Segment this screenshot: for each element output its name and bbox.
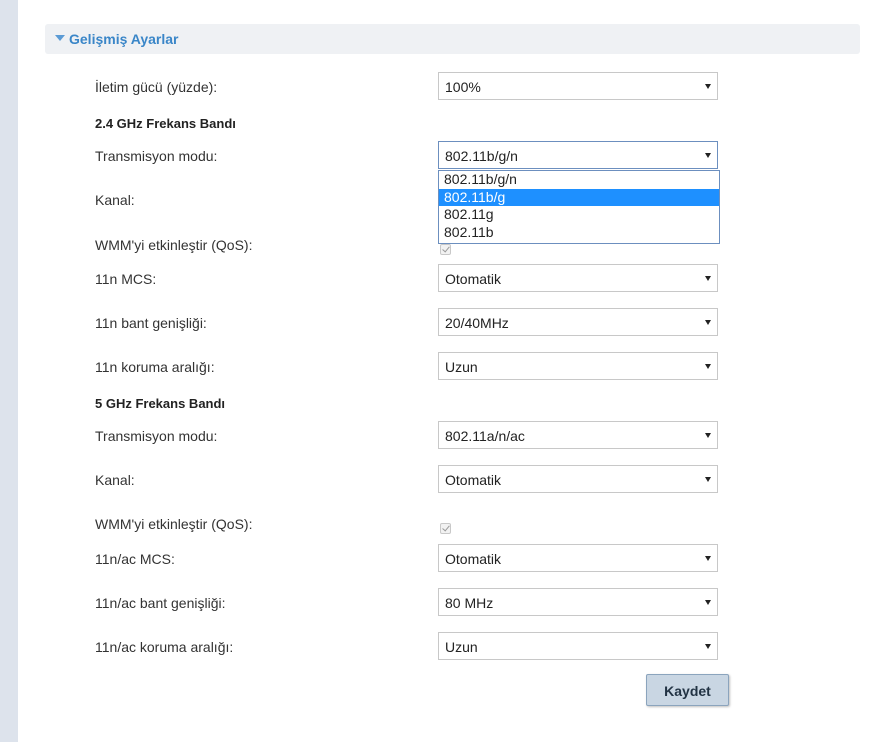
tx-power-select[interactable]: 100% [438, 72, 718, 100]
left-rail [0, 0, 18, 742]
band5-gi-label: 11n/ac koruma aralığı: [95, 639, 234, 655]
band5-mcs-value: Otomatik [445, 551, 502, 567]
band5-wmm-label: WMM'yi etkinleştir (QoS): [95, 516, 253, 532]
band5-channel-label: Kanal: [95, 472, 135, 488]
tx-power-label: İletim gücü (yüzde): [95, 79, 218, 95]
section-header-advanced-settings[interactable]: Gelişmiş Ayarlar [45, 24, 860, 54]
band-5-title: 5 GHz Frekans Bandı [95, 396, 226, 411]
dropdown-option[interactable]: 802.11b/g/n [439, 171, 719, 189]
band24-bw-label: 11n bant genişliği: [95, 315, 207, 331]
chevron-down-icon [705, 364, 711, 369]
chevron-down-icon [705, 644, 711, 649]
band24-mode-value: 802.11b/g/n [445, 148, 518, 164]
section-title: Gelişmiş Ayarlar [69, 31, 179, 47]
band24-bw-select[interactable]: 20/40MHz [438, 308, 718, 336]
band5-bw-label: 11n/ac bant genişliği: [95, 595, 226, 611]
band5-bw-value: 80 MHz [445, 595, 494, 611]
band5-mcs-label: 11n/ac MCS: [95, 551, 175, 567]
band5-mcs-select[interactable]: Otomatik [438, 544, 718, 572]
band5-channel-select[interactable]: Otomatik [438, 465, 718, 493]
band5-mode-value: 802.11a/n/ac [445, 428, 525, 444]
chevron-down-icon [705, 433, 711, 438]
band24-mode-dropdown[interactable]: 802.11b/g/n 802.11b/g 802.11g 802.11b [438, 170, 720, 244]
band5-channel-value: Otomatik [445, 472, 502, 488]
band24-wmm-label: WMM'yi etkinleştir (QoS): [95, 237, 253, 253]
band5-gi-select[interactable]: Uzun [438, 632, 718, 660]
band24-gi-label: 11n koruma aralığı: [95, 359, 215, 375]
chevron-down-icon [705, 153, 711, 158]
band5-wmm-checkbox[interactable] [440, 523, 451, 534]
band5-bw-select[interactable]: 80 MHz [438, 588, 718, 616]
tx-power-value: 100% [445, 79, 481, 95]
chevron-down-icon [705, 320, 711, 325]
band24-gi-value: Uzun [445, 359, 478, 375]
band24-mcs-value: Otomatik [445, 271, 502, 287]
chevron-down-icon [705, 556, 711, 561]
band24-mcs-label: 11n MCS: [95, 271, 157, 287]
band24-wmm-checkbox[interactable] [440, 244, 451, 255]
band24-mode-label: Transmisyon modu: [95, 148, 218, 164]
band-24-title: 2.4 GHz Frekans Bandı [95, 116, 236, 131]
chevron-down-icon [705, 477, 711, 482]
chevron-down-icon [705, 276, 711, 281]
dropdown-option-selected[interactable]: 802.11b/g [439, 188, 719, 206]
dropdown-option[interactable]: 802.11g [439, 206, 719, 224]
band24-channel-label: Kanal: [95, 192, 135, 208]
band24-mcs-select[interactable]: Otomatik [438, 264, 718, 292]
band24-mode-select[interactable]: 802.11b/g/n [438, 141, 718, 169]
collapse-triangle-icon[interactable] [55, 35, 65, 41]
dropdown-option[interactable]: 802.11b [439, 224, 719, 242]
band24-gi-select[interactable]: Uzun [438, 352, 718, 380]
band24-bw-value: 20/40MHz [445, 315, 509, 331]
chevron-down-icon [705, 84, 711, 89]
band5-mode-label: Transmisyon modu: [95, 428, 218, 444]
save-button[interactable]: Kaydet [646, 674, 729, 706]
chevron-down-icon [705, 600, 711, 605]
band5-mode-select[interactable]: 802.11a/n/ac [438, 421, 718, 449]
band5-gi-value: Uzun [445, 639, 478, 655]
